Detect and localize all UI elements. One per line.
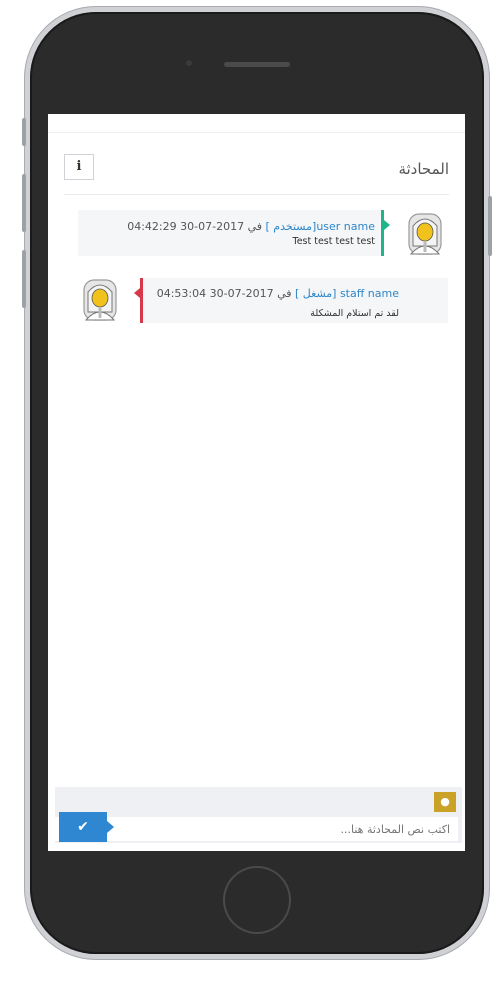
earpiece-speaker [224,62,290,67]
mute-switch [22,118,26,146]
volume-down-button [22,250,26,308]
compose-bar: ● ✔ [55,787,462,843]
send-button[interactable]: ✔ [59,812,114,842]
message-text: لقد تم استلام المشكلة [310,308,399,319]
checkmark-icon: ✔ [77,819,89,835]
meta-connector: في [247,220,263,233]
user-avatar-icon [405,212,445,256]
message-meta: staff name [مشغل ] في 2017-07-30 04:53:0… [149,287,399,300]
message-user: user name[مستخدم ] في 2017-07-30 04:42:2… [78,210,390,256]
home-button [225,868,289,932]
power-button [488,196,492,256]
chat-header: i المحادثة [48,152,465,192]
page-title: المحادثة [398,160,449,178]
sender-role: [مستخدم ] [265,220,317,233]
message-pointer [384,220,390,230]
attachment-button[interactable]: ● [434,792,456,812]
message-input[interactable] [55,817,458,841]
sender-name[interactable]: staff name [340,287,399,300]
front-camera [184,58,194,68]
app-screen: i المحادثة user name[مستخدم ] في 2017-07… [48,114,465,851]
sender-name[interactable]: user name [316,220,375,233]
info-button[interactable]: i [64,154,94,180]
message-text: Test test test test [292,236,376,247]
staff-avatar-icon [80,278,120,322]
volume-up-button [22,174,26,232]
top-divider [48,132,465,133]
attachment-icon: ● [440,795,450,808]
message-timestamp: 2017-07-30 04:42:29 [127,220,245,233]
message-pointer [134,288,140,298]
meta-connector: في [277,287,292,300]
message-timestamp: 2017-07-30 04:53:04 [156,287,274,300]
message-staff: staff name [مشغل ] في 2017-07-30 04:53:0… [134,278,448,323]
send-button-pointer [107,821,114,833]
header-divider [64,194,449,195]
message-meta: user name[مستخدم ] في 2017-07-30 04:42:2… [78,220,375,233]
sender-role: [مشغل ] [295,287,337,300]
